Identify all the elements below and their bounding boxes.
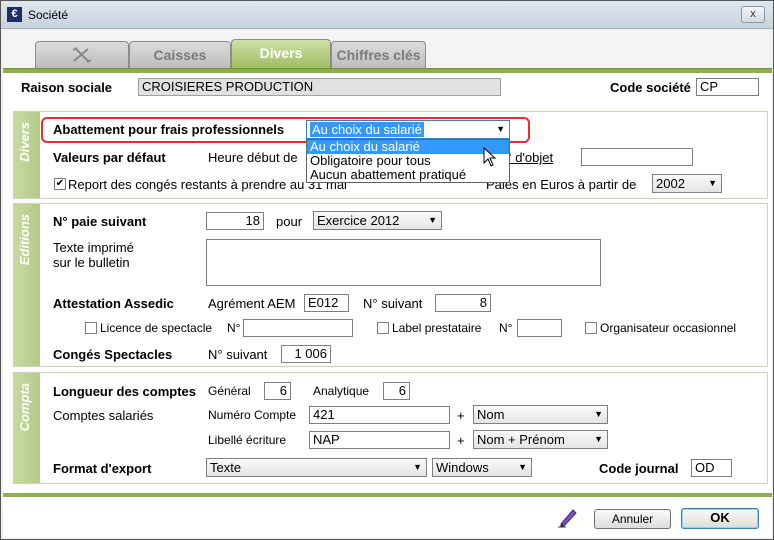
libelle-ecriture-field[interactable]: NAP <box>309 431 450 449</box>
cancel-button[interactable]: Annuler <box>594 509 671 529</box>
conges-spectacles-label: Congés Spectacles <box>53 347 173 362</box>
valeurs-par-defaut-label: Valeurs par défaut <box>53 150 166 165</box>
comptes-salaries-label: Comptes salariés <box>53 408 154 423</box>
chevron-down-icon[interactable]: ▼ <box>518 459 527 476</box>
heure-debut-label: Heure début de <box>208 150 298 165</box>
compta-strip-label: Compta <box>17 383 32 432</box>
format-export-select[interactable]: Texte ▼ <box>206 458 427 477</box>
longueur-comptes-label: Longueur des comptes <box>53 384 197 399</box>
format-export-value: Texte <box>210 460 242 475</box>
paies-euros-select[interactable]: 2002 ▼ <box>652 174 722 193</box>
dropdown-option-obligatoire[interactable]: Obligatoire pour tous <box>307 154 509 168</box>
tab-divers[interactable]: Divers <box>231 39 331 68</box>
analytique-field[interactable]: 6 <box>383 382 410 400</box>
tab-strip: Caisses Divers Chiffres clés <box>3 30 772 70</box>
app-icon: € <box>7 7 22 22</box>
chevron-down-icon[interactable]: ▼ <box>413 459 422 476</box>
label-prestataire-checkbox[interactable] <box>377 322 389 334</box>
pen-icon[interactable] <box>557 506 579 528</box>
societe-window: € Société x Caisses Divers Chiffres clés… <box>0 0 774 540</box>
close-button[interactable]: x <box>741 6 765 23</box>
chevron-down-icon[interactable]: ▼ <box>594 431 603 448</box>
format-export-label: Format d'export <box>53 461 152 476</box>
texte-imprime-label-2: sur le bulletin <box>53 255 130 270</box>
agrement-aem-label: Agrément AEM <box>208 296 296 311</box>
analytique-label: Analytique <box>313 384 370 398</box>
no-suivant-field[interactable]: 8 <box>435 294 491 312</box>
label-prestataire-field[interactable] <box>517 319 562 337</box>
tab-underline <box>3 68 772 73</box>
organisateur-label: Organisateur occasionnel <box>600 321 737 335</box>
window-title: Société <box>28 8 69 22</box>
tab-caisses[interactable]: Caisses <box>129 41 231 68</box>
plus-sign-1: + <box>457 408 465 423</box>
divers-strip: Divers <box>14 112 40 198</box>
divers-strip-label: Divers <box>17 122 32 162</box>
libelle-ecriture-select-value: Nom + Prénom <box>477 432 565 447</box>
licence-spectacle-checkbox[interactable] <box>85 322 97 334</box>
agrement-aem-field[interactable]: E012 <box>304 294 349 312</box>
code-journal-label: Code journal <box>599 461 679 476</box>
tab-tools[interactable] <box>35 41 129 68</box>
numero-compte-select[interactable]: Nom ▼ <box>473 405 608 424</box>
paies-euros-value: 2002 <box>656 176 685 191</box>
label-prestataire-label: Label prestataire <box>392 321 482 335</box>
raison-sociale-label: Raison sociale <box>21 80 113 95</box>
ok-button[interactable]: OK <box>681 508 759 529</box>
numero-compte-label: Numéro Compte <box>208 408 297 422</box>
objet-field[interactable] <box>581 148 693 166</box>
abattement-dropdown-list: Au choix du salarié Obligatoire pour tou… <box>306 139 510 183</box>
title-bar: € Société x <box>1 1 773 29</box>
no-suivant-label: N° suivant <box>363 296 423 311</box>
exercice-value: Exercice 2012 <box>317 213 400 228</box>
texte-imprime-label-1: Texte imprimé <box>53 240 134 255</box>
report-conges-checkbox[interactable]: ✔ <box>54 178 66 190</box>
dropdown-option-au-choix[interactable]: Au choix du salarié <box>307 140 509 154</box>
editions-strip-label: Editions <box>17 214 32 266</box>
exercice-select[interactable]: Exercice 2012 ▼ <box>313 211 442 230</box>
licence-spectacle-label: Licence de spectacle <box>100 321 213 335</box>
tools-icon <box>72 47 92 63</box>
mouse-pointer-icon <box>483 147 497 167</box>
paie-suivant-label: N° paie suivant <box>53 214 147 229</box>
format-os-value: Windows <box>436 460 489 475</box>
general-label: Général <box>208 384 251 398</box>
dropdown-option-aucun[interactable]: Aucun abattement pratiqué <box>307 168 509 182</box>
pour-label: pour <box>276 214 303 229</box>
tab-chiffres-cles[interactable]: Chiffres clés <box>331 41 426 68</box>
libelle-ecriture-select[interactable]: Nom + Prénom ▼ <box>473 430 608 449</box>
plus-sign-2: + <box>457 433 465 448</box>
numero-compte-field[interactable]: 421 <box>309 406 450 424</box>
chevron-down-icon[interactable]: ▼ <box>428 212 437 229</box>
texte-bulletin-textarea[interactable] <box>206 239 601 286</box>
general-field[interactable]: 6 <box>264 382 291 400</box>
paie-suivant-field[interactable]: 18 <box>206 212 264 230</box>
organisateur-checkbox[interactable] <box>585 322 597 334</box>
raison-sociale-field[interactable]: CROISIERES PRODUCTION <box>138 78 501 96</box>
conges-no-suivant-label: N° suivant <box>208 347 268 362</box>
libelle-ecriture-label: Libellé écriture <box>208 433 287 447</box>
format-os-select[interactable]: Windows ▼ <box>432 458 532 477</box>
code-journal-field[interactable]: OD <box>691 459 732 477</box>
conges-no-suivant-field[interactable]: 1 006 <box>281 345 331 363</box>
editions-strip: Editions <box>14 204 40 366</box>
licence-field[interactable] <box>243 319 353 337</box>
licence-no-label: N° <box>227 321 241 335</box>
chevron-down-icon[interactable]: ▼ <box>708 175 717 192</box>
code-societe-label: Code société <box>610 80 691 95</box>
code-societe-field[interactable]: CP <box>696 78 759 96</box>
footer-separator <box>3 493 772 497</box>
label-prestataire-no-label: N° <box>499 321 513 335</box>
chevron-down-icon[interactable]: ▼ <box>594 406 603 423</box>
attestation-assedic-label: Attestation Assedic <box>53 296 174 311</box>
compta-strip: Compta <box>14 373 40 483</box>
numero-compte-select-value: Nom <box>477 407 505 422</box>
